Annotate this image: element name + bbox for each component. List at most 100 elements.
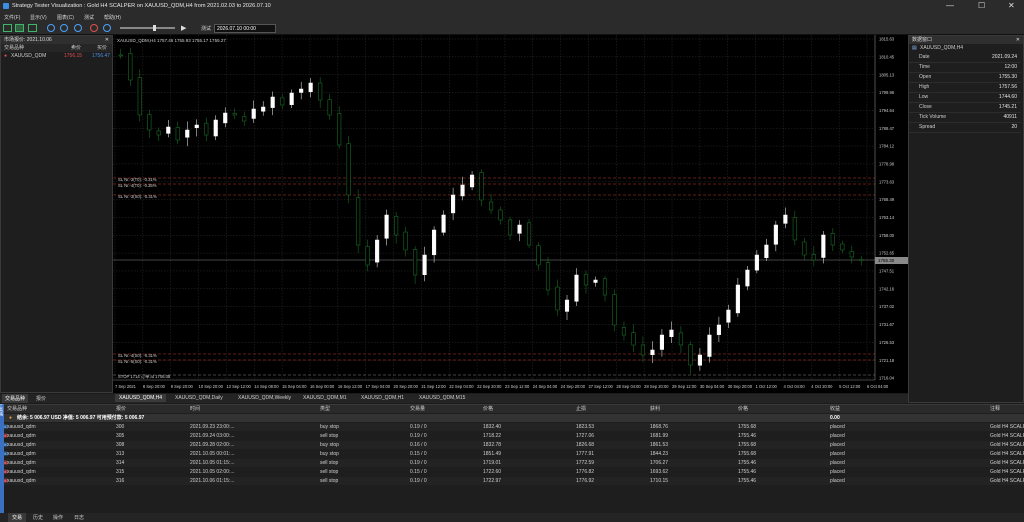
- order-symbol: xauusd_qdm: [7, 460, 36, 466]
- order-list: ▣ xauusd_qdm 300 2021.09.23 23:00:... buy st…: [0, 423, 1024, 503]
- dw-row-date: Date 2021.09.24: [909, 53, 1021, 63]
- order-row[interactable]: ▣ xauusd_qdm 313 2021.10.05 00:01:... buy st…: [0, 450, 1024, 458]
- candle-body: [688, 344, 693, 366]
- order-type: buy stop: [320, 424, 339, 430]
- market-watch-tabs: 交易品种 报价: [0, 394, 113, 403]
- chart-canvas[interactable]: 1815.63 1810.45 1805.13 1799.96 1794.64 1789.…: [113, 35, 908, 393]
- price-tick-label: 1778.98: [879, 161, 895, 166]
- candle-body: [479, 172, 484, 201]
- price-chart[interactable]: 1815.63 1810.45 1805.13 1799.96 1794.64 1789.…: [113, 35, 908, 393]
- chart-tab-h4[interactable]: XAUUSD_QDM,H4: [115, 394, 167, 402]
- menu-test[interactable]: 测试: [84, 14, 94, 21]
- orders-col-header[interactable]: 时间: [190, 405, 200, 413]
- orders-col-header[interactable]: 交易品种: [7, 405, 27, 413]
- candle-body: [859, 259, 864, 261]
- candle-body: [593, 279, 598, 283]
- candle-body: [678, 332, 683, 346]
- order-row[interactable]: ▣ xauusd_qdm 314 2021.10.05 01:15:... sell s…: [0, 459, 1024, 467]
- col-symbol[interactable]: 交易品种: [4, 44, 24, 52]
- tab-ticks[interactable]: 报价: [36, 395, 46, 402]
- orders-col-header[interactable]: 价格: [483, 405, 493, 413]
- col-ask[interactable]: 买价: [97, 44, 107, 52]
- dw-row-time: Time 12:00: [909, 63, 1021, 73]
- orders-col-header[interactable]: 报价: [116, 405, 126, 413]
- zoom-out-icon[interactable]: [60, 24, 68, 32]
- data-window-symbol: ▤ XAUUSD_QDM,H4: [909, 44, 1023, 53]
- step-button[interactable]: ▶: [181, 24, 186, 32]
- zoom-in-icon[interactable]: [47, 24, 55, 32]
- speed-slider[interactable]: [120, 27, 175, 29]
- dw-row-close: Close 1745.21: [909, 103, 1021, 113]
- price-tick-label: 1763.14: [879, 215, 895, 220]
- menu-view[interactable]: 显示(V): [30, 14, 47, 21]
- orders-col-header[interactable]: 交易量: [410, 405, 425, 413]
- chart-tab-h1[interactable]: XAUUSD_QDM,H1: [361, 395, 404, 401]
- orders-col-header[interactable]: 注释: [990, 405, 1000, 413]
- chart-shift-icon[interactable]: [103, 24, 111, 32]
- speed-slider-thumb[interactable]: [153, 25, 156, 31]
- orders-col-header[interactable]: 收益: [830, 405, 840, 413]
- order-row[interactable]: ▣ xauusd_qdm 305 2021.09.24 03:00:... sell s…: [0, 432, 1024, 440]
- dw-row-low: Low 1744.60: [909, 93, 1021, 103]
- candle-body: [308, 82, 313, 92]
- order-price: 1718.22: [483, 433, 502, 439]
- tab-trade[interactable]: 交易: [8, 513, 27, 522]
- maximize-button[interactable]: ☐: [978, 2, 985, 10]
- autoscroll-icon[interactable]: [90, 24, 98, 32]
- order-tp: 1861.53: [650, 442, 669, 448]
- tab-journal[interactable]: 日志: [74, 514, 84, 521]
- chart-tab-m1[interactable]: XAUUSD_QDM,M1: [303, 395, 347, 401]
- balance-row[interactable]: ● 结余: 5 006.97 USD 净值: 5 006.97 可用预付款: 5…: [0, 414, 1024, 422]
- grid-icon[interactable]: [74, 24, 82, 32]
- chart-tab-weekly[interactable]: XAUUSD_QDM,Weekly: [238, 395, 291, 401]
- close-icon[interactable]: ✕: [105, 36, 109, 44]
- order-volume: 0.15 / 0: [410, 469, 427, 475]
- order-type: buy stop: [320, 442, 339, 448]
- dw-value: 12:00: [1004, 64, 1017, 70]
- tab-symbols[interactable]: 交易品种: [2, 394, 29, 403]
- menu-chart[interactable]: 图表(C): [57, 14, 74, 21]
- order-row[interactable]: ▣ xauusd_qdm 315 2021.10.05 02:00:... sell s…: [0, 468, 1024, 476]
- order-price: 1832.78: [483, 442, 502, 448]
- candle-body: [413, 249, 418, 276]
- candlestick-icon[interactable]: [15, 24, 24, 32]
- menu-file[interactable]: 文件(F): [4, 14, 20, 21]
- close-icon[interactable]: ✕: [1016, 36, 1020, 44]
- order-sl: 1727.06: [576, 433, 595, 439]
- balance-profit: 0.00: [830, 415, 840, 421]
- toolbox-panel: 交易品种 报价 时间 类型 交易量 价格 止损 获利 价格 收益 注释 ● 结余: 5 006.97…: [0, 404, 1024, 514]
- time-tick-label: 29 Sep 12:00: [672, 384, 697, 389]
- date-input[interactable]: 2026.07.10 00:00: [214, 24, 276, 33]
- time-tick-label: 5 Oct 12:00: [839, 384, 861, 389]
- tab-operations[interactable]: 操作: [53, 514, 63, 521]
- dw-value: 1757.56: [998, 84, 1017, 90]
- candle-body: [327, 99, 332, 116]
- line-chart-icon[interactable]: [28, 24, 37, 32]
- chart-tab-m15[interactable]: XAUUSD_QDM,M15: [419, 395, 465, 401]
- order-row[interactable]: ▣ xauusd_qdm 308 2021.09.28 02:00:... buy st…: [0, 441, 1024, 449]
- dw-row-open: Open 1755.30: [909, 73, 1021, 83]
- orders-col-header[interactable]: 价格: [738, 405, 748, 413]
- time-tick-label: 6 Oct 04:00: [867, 384, 889, 389]
- market-watch-row[interactable]: ● XAUUSD_QDM 1756.15 1756.47: [1, 52, 112, 61]
- order-row[interactable]: ▣ xauusd_qdm 300 2021.09.23 23:00:... buy st…: [0, 423, 1024, 431]
- order-comment: Gold H4 SCALPER: [990, 469, 1024, 475]
- tab-history[interactable]: 历史: [33, 514, 43, 521]
- dw-value: 1755.30: [998, 74, 1017, 80]
- chart-tab-daily[interactable]: XAUUSD_QDM,Daily: [175, 395, 223, 401]
- orders-col-header[interactable]: 获利: [650, 405, 660, 413]
- candle-body: [830, 233, 835, 246]
- minimize-button[interactable]: —: [946, 2, 954, 10]
- col-bid[interactable]: 卖价: [71, 44, 81, 52]
- sl-label-1: SL Nr.-3(T0): -0.31%: [118, 177, 157, 182]
- price-tick-label: 1815.63: [879, 37, 895, 42]
- time-tick-label: 21 Sep 12:00: [421, 384, 446, 389]
- orders-col-header[interactable]: 止损: [576, 405, 586, 413]
- orders-col-header[interactable]: 类型: [320, 405, 330, 413]
- menu-help[interactable]: 帮助(H): [104, 14, 121, 21]
- bar-chart-icon[interactable]: [3, 24, 12, 32]
- order-row[interactable]: ▣ xauusd_qdm 316 2021.10.06 01:15:... sell s…: [0, 477, 1024, 485]
- close-button[interactable]: ✕: [1008, 2, 1015, 10]
- time-tick-label: 22 Sep 20:00: [477, 384, 502, 389]
- time-tick-label: 15 Sep 04:00: [282, 384, 307, 389]
